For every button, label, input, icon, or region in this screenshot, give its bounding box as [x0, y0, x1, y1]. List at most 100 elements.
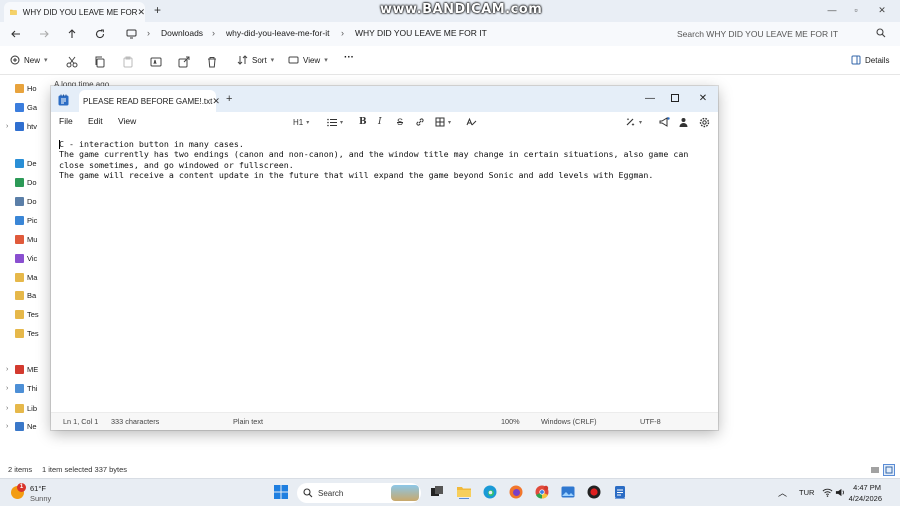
nav-item[interactable]: › Lib — [6, 401, 37, 415]
nav-expand-chevron-icon[interactable]: › — [6, 123, 12, 130]
chrome-icon[interactable] — [535, 485, 549, 499]
nav-item[interactable]: Pic — [6, 213, 37, 227]
minimize-button[interactable]: — — [822, 3, 842, 17]
refresh-button[interactable] — [93, 27, 107, 41]
forward-button[interactable] — [37, 27, 51, 41]
clock-date[interactable]: 4/24/2026 — [842, 494, 882, 503]
link-button[interactable] — [415, 116, 425, 128]
up-button[interactable] — [65, 27, 79, 41]
nav-item[interactable]: › ME — [6, 362, 38, 376]
nav-item[interactable]: › Ne — [6, 419, 37, 433]
nav-item[interactable]: Tes — [6, 326, 39, 340]
clear-formatting-button[interactable] — [466, 116, 477, 128]
close-window-button[interactable]: ✕ — [693, 91, 713, 105]
character-count: 333 characters — [111, 417, 160, 426]
nav-item[interactable]: Do — [6, 194, 37, 208]
menu-edit[interactable]: Edit — [88, 116, 103, 126]
menu-file[interactable]: File — [59, 116, 73, 126]
notepad-window: PLEASE READ BEFORE GAME!.txt ✕ + — ✕ Fil… — [51, 86, 718, 430]
notepad-taskbar-icon[interactable] — [613, 485, 627, 499]
notepad-tab[interactable]: PLEASE READ BEFORE GAME!.txt ✕ — [79, 90, 220, 112]
account-button[interactable] — [679, 116, 688, 128]
nav-item[interactable]: Tes — [6, 307, 39, 321]
more-options-button[interactable]: ··· — [344, 52, 354, 63]
explorer-tab[interactable]: WHY DID YOU LEAVE ME FOR ✕ — [4, 2, 145, 22]
menu-view[interactable]: View — [118, 116, 136, 126]
weather-condition: Sunny — [30, 494, 52, 503]
new-tab-button[interactable]: + — [154, 4, 161, 16]
monitor-button[interactable] — [124, 27, 138, 41]
settings-button[interactable] — [699, 116, 710, 128]
bold-button[interactable]: B — [359, 116, 367, 128]
tiles-view-button[interactable] — [883, 464, 895, 476]
nav-item[interactable]: Ma — [6, 270, 37, 284]
copilot-dropdown[interactable]: ▾ — [625, 116, 642, 128]
encoding[interactable]: UTF-8 — [640, 417, 661, 426]
minimize-button[interactable]: — — [640, 91, 660, 105]
view-label: View — [303, 55, 321, 65]
rename-icon[interactable] — [150, 56, 162, 68]
breadcrumb-downloads[interactable]: Downloads — [161, 28, 203, 38]
cut-icon[interactable] — [66, 56, 78, 68]
copy-icon[interactable] — [94, 56, 106, 68]
clock-time[interactable]: 4:47 PM — [849, 483, 881, 492]
firefox-icon[interactable] — [509, 485, 523, 499]
paste-icon[interactable] — [122, 56, 134, 68]
list-dropdown[interactable]: ▾ — [327, 116, 343, 128]
close-tab-icon[interactable]: ✕ — [212, 96, 220, 107]
back-button[interactable] — [9, 27, 23, 41]
close-window-button[interactable]: ✕ — [872, 3, 892, 17]
share-icon[interactable] — [178, 56, 190, 68]
bulleted-list-icon — [327, 118, 337, 126]
nav-item[interactable]: Ba — [6, 288, 36, 302]
nav-expand-chevron-icon[interactable]: › — [6, 423, 12, 430]
details-button[interactable]: Details — [851, 55, 889, 65]
bandicam-icon[interactable] — [587, 485, 601, 499]
nav-item[interactable]: Vic — [6, 251, 37, 265]
chevron-up-icon[interactable]: ︿ — [778, 486, 787, 499]
strikethrough-button[interactable]: S — [397, 116, 403, 128]
delete-icon[interactable] — [206, 56, 218, 68]
maximize-button[interactable] — [665, 91, 685, 105]
photos-app-icon[interactable] — [561, 485, 575, 499]
nav-item[interactable]: Ga — [6, 100, 37, 114]
nav-expand-chevron-icon[interactable]: › — [6, 366, 12, 373]
file-explorer-icon[interactable] — [457, 485, 471, 499]
line-ending[interactable]: Windows (CRLF) — [541, 417, 597, 426]
sort-button[interactable]: Sort ▾ — [237, 55, 274, 65]
nav-expand-chevron-icon[interactable]: › — [6, 385, 12, 392]
nav-expand-chevron-icon[interactable]: › — [6, 405, 12, 412]
italic-button[interactable]: I — [378, 116, 382, 128]
details-view-button[interactable] — [869, 464, 881, 476]
new-button[interactable]: New ▾ — [10, 55, 48, 65]
nav-item[interactable]: › htv — [6, 119, 37, 133]
new-tab-button[interactable]: + — [226, 94, 232, 105]
edge-browser-icon[interactable] — [483, 485, 497, 499]
nav-item[interactable]: › Thi — [6, 381, 37, 395]
nav-item[interactable]: Mu — [6, 232, 37, 246]
taskbar-search-box[interactable]: Search — [297, 483, 421, 503]
breadcrumb-current[interactable]: WHY DID YOU LEAVE ME FOR IT — [355, 28, 487, 38]
notepad-text-content[interactable]: C - interaction button in many cases. Th… — [59, 139, 709, 181]
chevron-down-icon: ▾ — [44, 57, 48, 64]
view-button[interactable]: View ▾ — [288, 55, 328, 65]
search-input[interactable]: Search WHY DID YOU LEAVE ME FOR IT — [670, 25, 892, 43]
task-view-icon[interactable] — [430, 485, 444, 499]
heading-dropdown[interactable]: H1 ▾ — [293, 116, 309, 128]
nav-item[interactable]: Ho — [6, 81, 37, 95]
input-language[interactable]: TUR — [799, 488, 814, 497]
maximize-button[interactable]: ▫ — [846, 3, 866, 17]
windows-start-icon[interactable] — [274, 485, 288, 499]
nav-item[interactable]: Do — [6, 175, 37, 189]
weather-temperature: 61°F — [30, 484, 46, 493]
tiles-view-icon — [885, 466, 893, 474]
wifi-icon[interactable] — [822, 487, 833, 498]
breadcrumb-folder[interactable]: why-did-you-leave-me-for-it — [226, 28, 329, 38]
details-label: Details — [865, 55, 890, 65]
close-tab-icon[interactable]: ✕ — [137, 7, 145, 18]
table-dropdown[interactable]: ▾ — [435, 116, 451, 128]
announcements-button[interactable] — [659, 116, 670, 128]
arrow-left-icon — [11, 30, 20, 38]
nav-item[interactable]: De — [6, 156, 37, 170]
zoom-level[interactable]: 100% — [501, 417, 520, 426]
